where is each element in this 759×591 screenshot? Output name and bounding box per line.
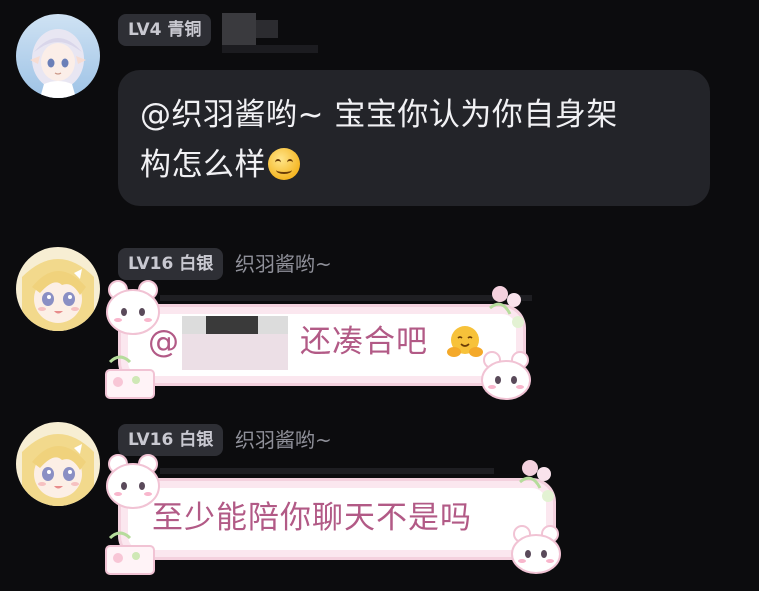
flower-sticker-icon (489, 286, 524, 328)
redacted-mention (182, 334, 288, 370)
redacted-line (160, 468, 494, 474)
flower-sticker-icon (519, 460, 554, 502)
avatar-image (16, 14, 100, 98)
bunny-sticker-icon (106, 280, 160, 335)
bunny-sticker-icon (481, 351, 531, 400)
message-text: @织羽酱哟~ 宝宝你认为你自身架 (140, 97, 618, 133)
redacted-username (222, 45, 318, 53)
smiling-face-icon (268, 148, 300, 180)
bunny-sticker-icon (106, 454, 160, 509)
sender-name[interactable]: 织羽酱哟~ (235, 248, 332, 280)
level-badge: LV4 青铜 (118, 14, 212, 46)
redacted-username (256, 20, 278, 38)
cake-sticker-icon (105, 355, 155, 399)
message-bubble[interactable]: @织羽酱哟~ 宝宝你认为你自身架 构怎么样 (118, 70, 710, 206)
message-text: 构怎么样 (140, 147, 266, 183)
sender-name[interactable]: 织羽酱哟~ (235, 424, 332, 456)
avatar[interactable] (16, 422, 100, 506)
avatar[interactable] (16, 14, 100, 98)
level-badge: LV16 白银 (118, 424, 224, 456)
avatar[interactable] (16, 247, 100, 331)
redacted-username (222, 13, 256, 45)
chat-message: LV4 青铜 @织羽酱哟~ 宝宝你认为你自身架 构怎么样 (0, 0, 759, 215)
cake-sticker-icon (105, 531, 155, 575)
message-text: 至少能陪你聊天不是吗 (152, 500, 472, 536)
level-badge: LV16 白银 (118, 248, 224, 280)
avatar-image (16, 247, 100, 331)
message-text: 还凑合吧 (300, 324, 428, 360)
redacted-mention (206, 316, 258, 334)
bunny-sticker-icon (511, 525, 561, 574)
chat-message: LV16 白银 织羽酱哟~ @ 还凑合吧 (0, 230, 759, 420)
chat-message: LV16 白银 织羽酱哟~ 至少能陪你聊天不是吗 (0, 408, 759, 591)
avatar-image (16, 422, 100, 506)
